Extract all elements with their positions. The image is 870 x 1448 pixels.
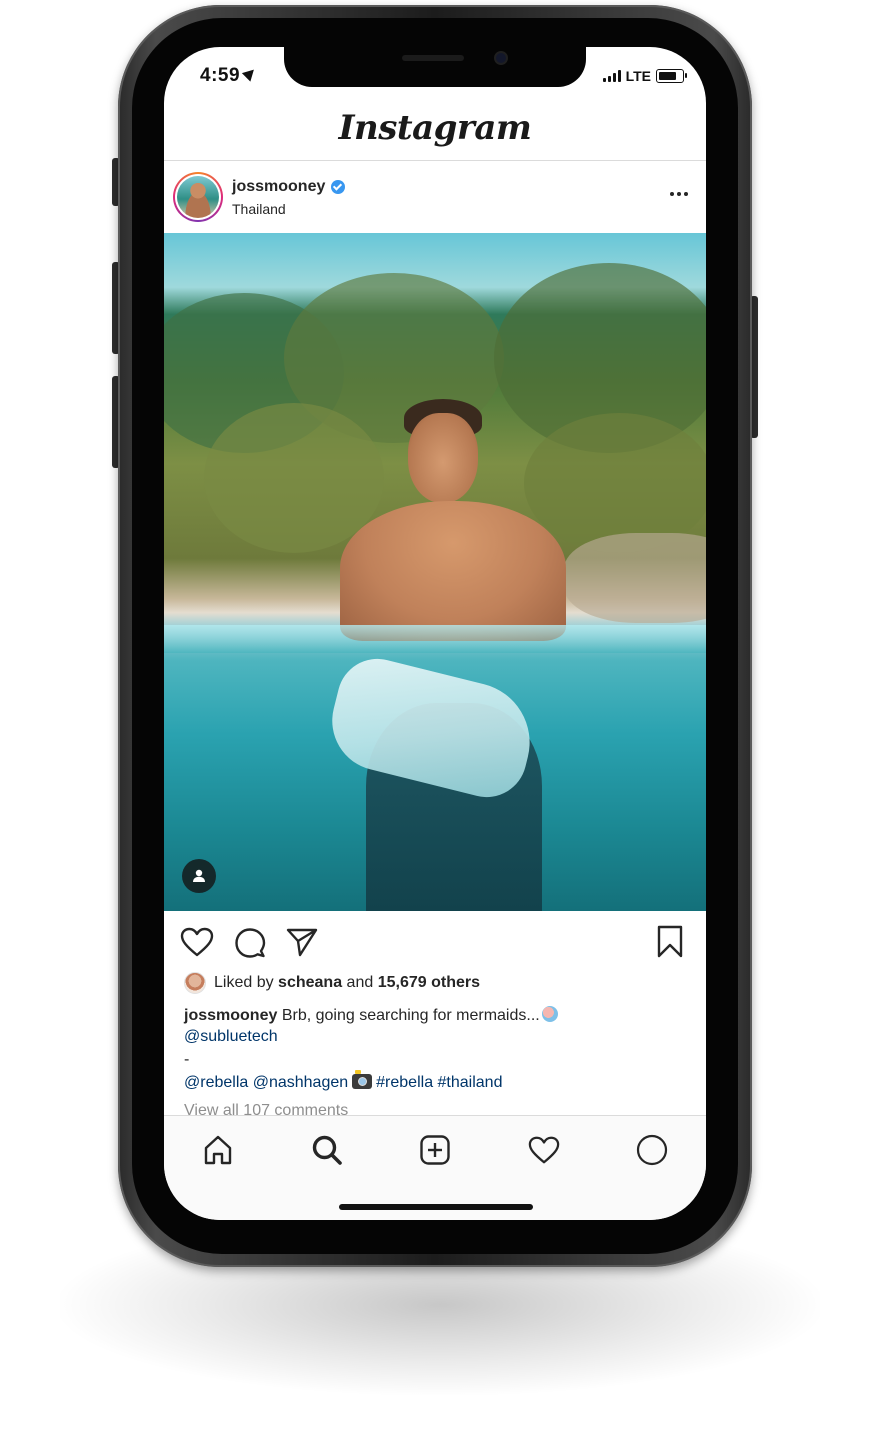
- person-torso: [340, 501, 566, 641]
- username-text: jossmooney: [232, 178, 326, 195]
- story-ring[interactable]: [173, 172, 223, 222]
- caption-mentions[interactable]: @rebella @nashhagen: [184, 1074, 348, 1091]
- status-time: 4:59: [200, 65, 259, 87]
- user-tag-icon[interactable]: [182, 859, 216, 893]
- underwater-scooter: [321, 650, 543, 806]
- caption-separator: -: [184, 1051, 190, 1068]
- earpiece-speaker: [402, 55, 464, 61]
- network-type: LTE: [625, 68, 651, 84]
- caption-author[interactable]: jossmooney: [184, 1007, 277, 1024]
- home-indicator[interactable]: [339, 1204, 533, 1210]
- status-time-text: 4:59: [200, 65, 241, 86]
- likes-count[interactable]: 15,679 others: [378, 974, 480, 992]
- send-icon[interactable]: [286, 927, 318, 962]
- mermaid-emoji-icon: [541, 1006, 558, 1022]
- profile-icon[interactable]: [634, 1132, 670, 1168]
- bookmark-icon[interactable]: [656, 925, 684, 964]
- post-username[interactable]: jossmooney: [232, 178, 346, 196]
- post-image[interactable]: [164, 233, 706, 911]
- caption-text: Brb, going searching for mermaids...: [281, 1007, 540, 1024]
- activity-heart-icon[interactable]: [526, 1132, 562, 1168]
- notch: [284, 47, 586, 87]
- caption-first-line: jossmooney Brb, going searching for merm…: [184, 1005, 689, 1026]
- home-icon[interactable]: [200, 1132, 236, 1168]
- verified-badge-icon: [331, 180, 346, 194]
- location-arrow-icon: [241, 65, 259, 82]
- app-header: Instagram: [164, 99, 706, 161]
- instagram-logo[interactable]: Instagram: [339, 108, 532, 148]
- add-post-icon[interactable]: [417, 1132, 453, 1168]
- person-head: [408, 413, 478, 503]
- camera-flash-emoji-icon: [352, 1070, 373, 1089]
- status-indicators: LTE: [602, 68, 687, 84]
- beach-rocks: [564, 533, 706, 623]
- battery-icon: [656, 69, 687, 83]
- phone-screen: 4:59 LTE Instagram jossmooney Thailand L…: [164, 47, 706, 1220]
- search-icon[interactable]: [309, 1132, 345, 1168]
- heart-icon[interactable]: [180, 927, 214, 962]
- post-location[interactable]: Thailand: [232, 201, 286, 217]
- likes-conjunction: and: [346, 974, 374, 991]
- more-icon[interactable]: [670, 192, 688, 196]
- caption-mention-subluetech[interactable]: @subluetech: [184, 1026, 689, 1047]
- post-actions: [164, 911, 706, 971]
- front-camera: [494, 51, 508, 65]
- post-caption: jossmooney Brb, going searching for merm…: [184, 1005, 689, 1093]
- avatar-border: [175, 174, 221, 220]
- caption-tags-line: @rebella @nashhagen #rebella #thailand: [184, 1070, 689, 1093]
- post-header: jossmooney Thailand: [164, 161, 706, 233]
- liker-username[interactable]: scheana: [278, 974, 342, 992]
- likes-summary[interactable]: Liked by scheana and 15,679 others: [184, 972, 480, 994]
- likes-prefix: Liked by: [214, 974, 274, 991]
- waterline: [164, 625, 706, 653]
- liker-avatar: [184, 972, 206, 994]
- battery-level: [659, 72, 676, 80]
- signal-icon: [602, 70, 621, 82]
- palm-foliage: [524, 413, 706, 553]
- comment-icon[interactable]: [234, 927, 266, 964]
- avatar: [177, 176, 219, 218]
- caption-hashtags[interactable]: #rebella #thailand: [376, 1074, 502, 1091]
